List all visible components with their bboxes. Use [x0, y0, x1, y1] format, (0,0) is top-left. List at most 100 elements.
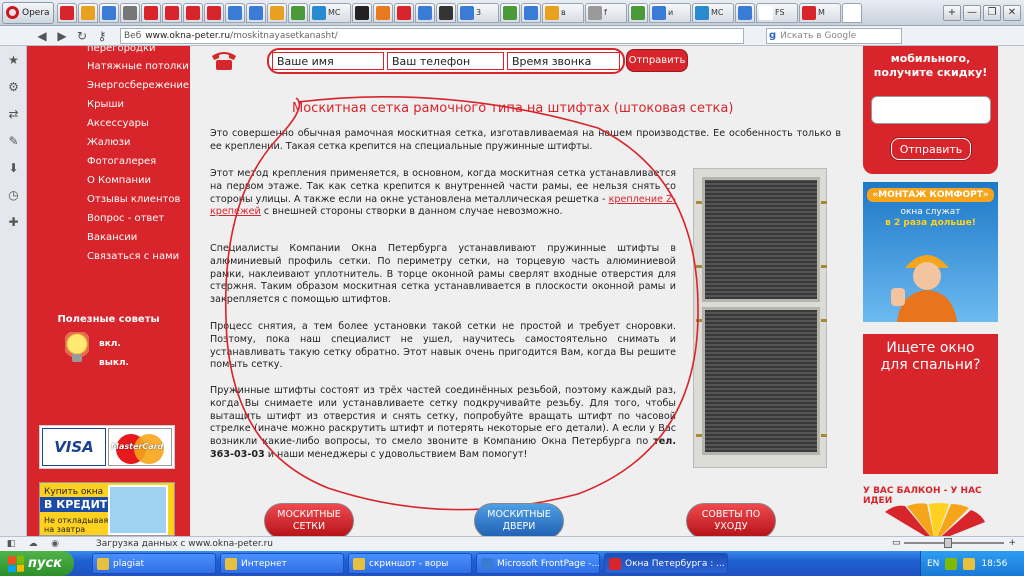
history-icon[interactable]: ◷ — [0, 181, 27, 208]
taskbar-task[interactable]: Microsoft FrontPage -... — [476, 553, 600, 574]
gear-icon[interactable]: ⚙ — [0, 73, 27, 100]
task-label: Окна Петербурга : ... — [625, 558, 725, 569]
time-field[interactable]: Время звонка — [506, 52, 620, 70]
menu-item[interactable]: Фотогалерея — [27, 152, 190, 171]
mobile-number-input[interactable] — [871, 96, 991, 124]
browser-tab[interactable] — [183, 2, 203, 23]
menu-item[interactable]: Отзывы клиентов — [27, 190, 190, 209]
cloud-icon[interactable]: ☁ — [22, 537, 44, 552]
browser-tab[interactable]: MC — [309, 2, 351, 23]
phone-field[interactable]: Ваш телефон — [387, 52, 504, 70]
volume-icon[interactable] — [963, 557, 976, 570]
browser-tab[interactable] — [735, 2, 755, 23]
browser-tab[interactable]: и — [649, 2, 691, 23]
browser-tab[interactable] — [521, 2, 541, 23]
mosquito-nets-button[interactable]: МОСКИТНЫЕ СЕТКИ — [264, 503, 354, 536]
taskbar-task[interactable]: скриншот - воры — [348, 553, 472, 574]
browser-tab[interactable] — [842, 2, 862, 23]
browser-tab[interactable] — [373, 2, 393, 23]
tab-label: в — [561, 8, 566, 17]
browser-tab[interactable] — [436, 2, 456, 23]
mosquito-doors-button[interactable]: МОСКИТНЫЕ ДВЕРИ — [474, 503, 564, 536]
panel-toggle-icon[interactable]: ◧ — [0, 537, 22, 552]
browser-tab[interactable] — [415, 2, 435, 23]
reload-icon[interactable]: ↻ — [74, 28, 90, 44]
browser-tab[interactable] — [628, 2, 648, 23]
browser-tab[interactable] — [162, 2, 182, 23]
start-button[interactable]: пуск — [0, 551, 74, 576]
browser-tab[interactable] — [267, 2, 287, 23]
credit-line1: Купить окна — [44, 487, 104, 497]
address-host: www.okna-peter.ru — [145, 30, 231, 41]
menu-item[interactable]: Аксессуары — [27, 114, 190, 133]
taskbar-task[interactable]: plagiat — [92, 553, 216, 574]
tab-favicon-icon — [397, 5, 411, 20]
close-button[interactable]: ✕ — [1003, 4, 1021, 21]
browser-tab[interactable]: M — [799, 2, 841, 23]
download-icon[interactable]: ⬇ — [0, 154, 27, 181]
menu-item[interactable]: Вакансии — [27, 228, 190, 247]
taskbar-task[interactable]: Окна Петербурга : ... — [604, 553, 728, 574]
browser-tab[interactable] — [394, 2, 414, 23]
menu-item[interactable]: Связаться с нами — [27, 247, 190, 266]
promo-send-button[interactable]: Отправить — [891, 138, 971, 160]
minimize-button[interactable]: — — [963, 4, 981, 21]
browser-tab[interactable] — [78, 2, 98, 23]
view-icon[interactable]: ▭ — [892, 538, 901, 548]
share-icon[interactable]: ⇄ — [0, 100, 27, 127]
forward-icon[interactable]: ▶ — [54, 28, 70, 44]
zoom-in-icon[interactable]: + — [1008, 538, 1016, 548]
language-indicator[interactable]: EN — [927, 559, 939, 569]
menu-item[interactable]: перегородки — [27, 46, 190, 57]
montazh-comfort-banner[interactable]: «МОНТАЖ КОМФОРТ» окна служат в 2 раза до… — [863, 182, 998, 322]
restore-button[interactable]: ❐ — [983, 4, 1001, 21]
browser-tab[interactable] — [99, 2, 119, 23]
name-field[interactable]: Ваше имя — [272, 52, 385, 70]
menu-item[interactable]: Вопрос - ответ — [27, 209, 190, 228]
browser-tab[interactable] — [225, 2, 245, 23]
menu-item[interactable]: Крыши — [27, 95, 190, 114]
tips-off-link[interactable]: выкл. — [99, 358, 129, 368]
address-input[interactable]: Веб www.okna-peter.ru/moskitnayasetkanas… — [120, 27, 744, 44]
browser-tab[interactable] — [288, 2, 308, 23]
browser-tab[interactable]: FS — [756, 2, 798, 23]
task-app-icon — [225, 557, 237, 570]
mastercard-label: MasterCard — [111, 442, 164, 451]
zoom-slider[interactable] — [904, 538, 1005, 548]
browser-tab[interactable] — [141, 2, 161, 23]
turbo-icon[interactable]: ◉ — [44, 537, 66, 552]
network-icon[interactable] — [945, 557, 958, 570]
browser-tab[interactable]: в — [542, 2, 584, 23]
menu-item[interactable]: О Компании — [27, 171, 190, 190]
browser-tab[interactable] — [204, 2, 224, 23]
notes-icon[interactable]: ✎ — [0, 127, 27, 154]
zoom-slider-thumb[interactable] — [944, 538, 953, 548]
menu-item[interactable]: Энергосбережение — [27, 76, 190, 95]
tips-title: Полезные советы — [57, 314, 160, 325]
tips-on-link[interactable]: вкл. — [99, 339, 121, 349]
care-tips-button[interactable]: СОВЕТЫ ПО УХОДУ — [686, 503, 776, 536]
new-tab-button[interactable]: + — [943, 4, 961, 21]
taskbar-task[interactable]: Интернет — [220, 553, 344, 574]
montazh-title: «МОНТАЖ КОМФОРТ» — [867, 188, 994, 202]
opera-menu-button[interactable]: Opera — [2, 1, 54, 24]
callback-send-button[interactable]: Отправить — [626, 49, 688, 72]
browser-tab[interactable] — [120, 2, 140, 23]
browser-tab[interactable]: f — [585, 2, 627, 23]
browser-tab[interactable]: MC — [692, 2, 734, 23]
browser-tab[interactable] — [500, 2, 520, 23]
browser-tab[interactable] — [246, 2, 266, 23]
back-icon[interactable]: ◀ — [34, 28, 50, 44]
menu-item[interactable]: Жалюзи — [27, 133, 190, 152]
add-panel-icon[interactable]: ✚ — [0, 208, 27, 235]
browser-tab[interactable] — [57, 2, 77, 23]
tab-strip: MC 3 в f и MC FS M — [57, 2, 943, 24]
key-icon[interactable]: ⚷ — [94, 28, 110, 44]
bedroom-window-banner[interactable]: Ищете окно для спальни? — [863, 334, 998, 474]
search-input[interactable]: g Искать в Google — [766, 27, 902, 44]
bookmark-star-icon[interactable]: ★ — [0, 46, 27, 73]
credit-banner[interactable]: Купить окна В КРЕДИТ Не откладывая на за… — [39, 482, 175, 536]
browser-tab[interactable] — [352, 2, 372, 23]
browser-tab[interactable]: 3 — [457, 2, 499, 23]
menu-item[interactable]: Натяжные потолки — [27, 57, 190, 76]
